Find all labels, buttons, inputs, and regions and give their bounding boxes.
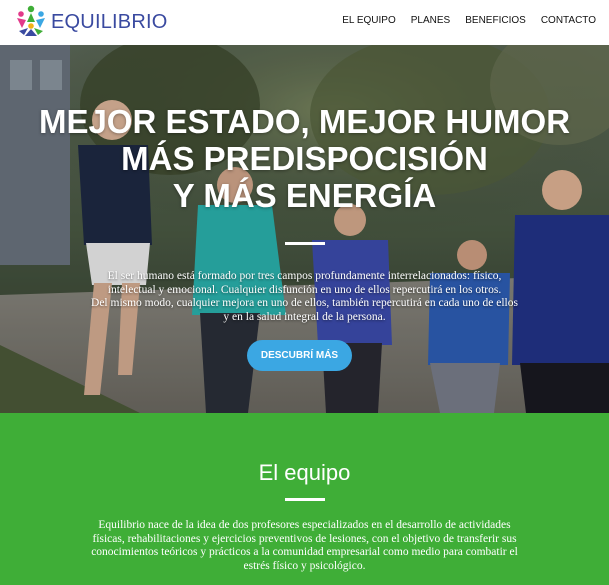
nav-item-contacto[interactable]: CONTACTO [541, 15, 596, 26]
nav-item-beneficios[interactable]: BENEFICIOS [465, 15, 526, 26]
equipo-section: El equipo Equilibrio nace de la idea de … [0, 413, 609, 585]
descubri-mas-button[interactable]: DESCUBRÍ MÁS [247, 340, 352, 371]
hero-description-line: El ser humano está formado por tres camp… [107, 270, 502, 282]
equipo-divider [285, 498, 325, 501]
equipo-title: El equipo [258, 460, 351, 485]
hero-description: El ser humano está formado por tres camp… [40, 270, 569, 324]
equipo-description-line: Equilibrio nace de la idea de dos profes… [98, 519, 511, 531]
hero-divider [285, 242, 325, 245]
hero-title: MEJOR ESTADO, MEJOR HUMOR MÁS PREDISPOCI… [0, 103, 609, 214]
hero-description-line: intelectual y emocional. Cualquier disfu… [107, 283, 502, 296]
logo-text: EQUILIBRIO [51, 10, 168, 33]
equipo-description-line: conocimientos teóricos y prácticos a la … [91, 546, 518, 558]
hero-title-line: MEJOR ESTADO, MEJOR HUMOR [38, 103, 571, 140]
hero-title-line: MÁS PREDISPOCISIÓN [121, 140, 488, 177]
hero-description-line: y en la salud integral de la persona. [223, 310, 386, 323]
nav-item-planes[interactable]: PLANES [411, 15, 450, 26]
hero-section: MEJOR ESTADO, MEJOR HUMOR MÁS PREDISPOCI… [0, 45, 609, 413]
equipo-description-line: estrés físico y psicológico. [243, 559, 366, 572]
hero-title-line: Y MÁS ENERGÍA [172, 177, 437, 214]
equipo-description-line: físicas, rehabilitaciones y ejercicios p… [92, 532, 517, 545]
site-header: EQUILIBRIO EL EQUIPO PLANES BENEFICIOS C… [0, 0, 609, 45]
hero-description-line: Del mismo modo, cualquier mejora en uno … [91, 297, 518, 309]
main-nav: EL EQUIPO PLANES BENEFICIOS CONTACTO [342, 15, 596, 26]
equipo-description: Equilibrio nace de la idea de dos profes… [40, 519, 569, 573]
logo[interactable]: EQUILIBRIO [14, 2, 167, 40]
logo-figures-icon [17, 5, 45, 36]
nav-item-el-equipo[interactable]: EL EQUIPO [342, 15, 396, 26]
